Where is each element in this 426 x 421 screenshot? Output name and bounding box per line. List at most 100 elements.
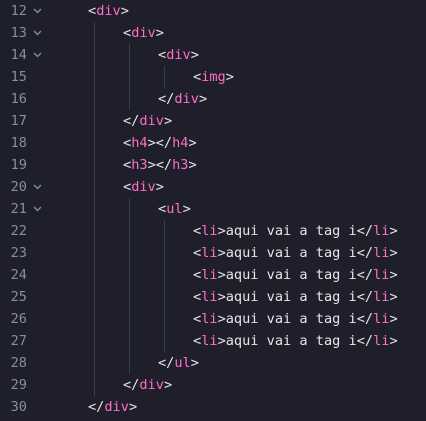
- tag-name: li: [373, 223, 390, 239]
- tag-name: div: [139, 377, 164, 393]
- code-line[interactable]: 15 <img>: [0, 66, 426, 88]
- tag-bracket: >: [188, 157, 197, 173]
- indent-guide: [164, 308, 165, 330]
- tag-bracket: </: [356, 267, 374, 283]
- indent-guide: [94, 286, 95, 308]
- chevron-down-icon[interactable]: [33, 205, 42, 213]
- indent-guide: [129, 44, 130, 66]
- tag-name: h3: [131, 157, 148, 173]
- line-number: 14: [10, 47, 27, 63]
- tag-name: img: [201, 69, 226, 85]
- indent-guide: [129, 286, 130, 308]
- tag-bracket: <: [193, 245, 202, 261]
- line-number: 21: [10, 201, 27, 217]
- indent-guide: [94, 88, 95, 110]
- tag-bracket: </: [155, 157, 173, 173]
- tag-bracket: <: [193, 289, 202, 305]
- code-text: <h3></h3>: [123, 154, 197, 176]
- tag-bracket: >: [389, 245, 398, 261]
- tag-bracket: >: [163, 113, 173, 129]
- indent-guide: [164, 242, 165, 264]
- code-line[interactable]: 27 <li>aqui vai a tag i</li>: [0, 330, 426, 352]
- tag-name: li: [201, 333, 218, 349]
- code-line[interactable]: 20 <div>: [0, 176, 426, 198]
- indent-guide: [129, 330, 130, 352]
- tag-bracket: <: [193, 267, 202, 283]
- code-line[interactable]: 17 </div>: [0, 110, 426, 132]
- tag-bracket: >: [217, 311, 226, 327]
- code-editor[interactable]: 12 <div> 13 <div> 14 <div> 15 <img> 16 </div> 17 </…: [0, 0, 426, 421]
- line-number: 26: [10, 311, 27, 327]
- indent-guide: [164, 66, 165, 88]
- tag-bracket: <: [123, 179, 132, 195]
- code-text: <h4></h4>: [123, 132, 197, 154]
- indent-guide: [94, 352, 95, 374]
- tag-name: div: [131, 25, 156, 41]
- indent-guide: [94, 308, 95, 330]
- tag-bracket: >: [389, 267, 398, 283]
- line-number: 19: [10, 157, 27, 173]
- code-text: </div>: [123, 110, 172, 132]
- code-line[interactable]: 21 <ul>: [0, 198, 426, 220]
- line-number: 27: [10, 333, 27, 349]
- tag-bracket: <: [193, 223, 202, 239]
- code-line[interactable]: 28 </ul>: [0, 352, 426, 374]
- code-line[interactable]: 12 <div>: [0, 0, 426, 22]
- code-line[interactable]: 22 <li>aqui vai a tag i</li>: [0, 220, 426, 242]
- indent-guide: [94, 374, 95, 396]
- line-number: 29: [10, 377, 27, 393]
- line-number: 25: [10, 289, 27, 305]
- chevron-down-icon[interactable]: [33, 183, 42, 191]
- indent-guide: [164, 330, 165, 352]
- code-line[interactable]: 30 </div>: [0, 396, 426, 418]
- code-text: <li>aqui vai a tag i</li>: [193, 264, 398, 286]
- indent-guide: [94, 220, 95, 242]
- tag-name: h4: [172, 135, 189, 151]
- element-text: aqui vai a tag i: [225, 245, 357, 261]
- code-line[interactable]: 23 <li>aqui vai a tag i</li>: [0, 242, 426, 264]
- tag-bracket: <: [193, 333, 202, 349]
- tag-name: li: [373, 333, 390, 349]
- code-text: <li>aqui vai a tag i</li>: [193, 220, 398, 242]
- indent-guide: [94, 154, 95, 176]
- code-line[interactable]: 29 </div>: [0, 374, 426, 396]
- tag-bracket: >: [155, 179, 164, 195]
- code-text: <div>: [123, 22, 164, 44]
- indent-guide: [164, 264, 165, 286]
- code-line[interactable]: 26 <li>aqui vai a tag i</li>: [0, 308, 426, 330]
- chevron-down-icon[interactable]: [33, 29, 42, 37]
- code-text: <li>aqui vai a tag i</li>: [193, 330, 398, 352]
- code-line[interactable]: 13 <div>: [0, 22, 426, 44]
- tag-bracket: <: [123, 157, 132, 173]
- code-line[interactable]: 19 <h3></h3>: [0, 154, 426, 176]
- element-text: aqui vai a tag i: [225, 267, 357, 283]
- code-line[interactable]: 18 <h4></h4>: [0, 132, 426, 154]
- chevron-down-icon[interactable]: [33, 7, 42, 15]
- tag-bracket: <: [123, 25, 132, 41]
- code-line[interactable]: 14 <div>: [0, 44, 426, 66]
- tag-bracket: >: [217, 223, 226, 239]
- code-text: </ul>: [158, 352, 199, 374]
- code-line[interactable]: 25 <li>aqui vai a tag i</li>: [0, 286, 426, 308]
- tag-bracket: >: [389, 289, 398, 305]
- code-line[interactable]: 24 <li>aqui vai a tag i</li>: [0, 264, 426, 286]
- tag-name: li: [201, 311, 218, 327]
- tag-bracket: >: [147, 135, 156, 151]
- tag-name: li: [373, 289, 390, 305]
- tag-bracket: >: [389, 333, 398, 349]
- line-number: 24: [10, 267, 27, 283]
- indent-guide: [94, 110, 95, 132]
- tag-bracket: </: [155, 135, 173, 151]
- line-number: 22: [10, 223, 27, 239]
- code-line[interactable]: 16 </div>: [0, 88, 426, 110]
- tag-bracket: >: [217, 289, 226, 305]
- tag-bracket: </: [356, 311, 374, 327]
- tag-bracket: >: [225, 69, 234, 85]
- tag-bracket: </: [356, 333, 374, 349]
- chevron-down-icon[interactable]: [33, 51, 42, 59]
- line-number: 23: [10, 245, 27, 261]
- tag-bracket: >: [198, 91, 208, 107]
- indent-guide: [164, 286, 165, 308]
- tag-name: h4: [131, 135, 148, 151]
- tag-bracket: <: [158, 201, 167, 217]
